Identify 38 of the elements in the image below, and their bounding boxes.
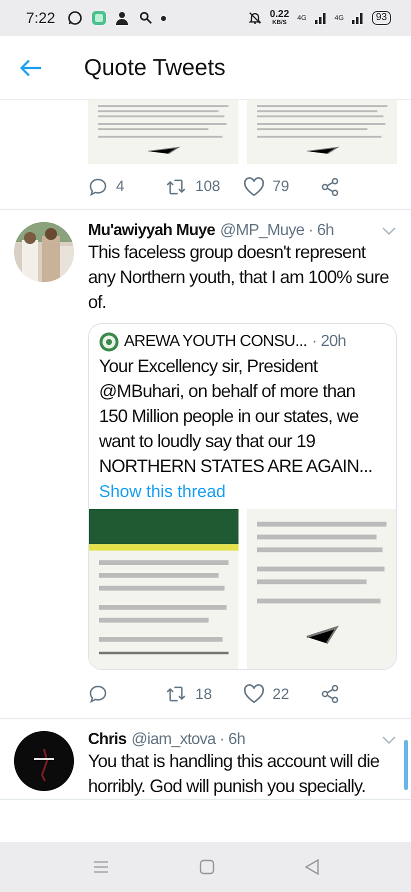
menu-icon[interactable] [92, 860, 108, 874]
home-icon[interactable] [198, 859, 214, 875]
back-icon[interactable] [20, 58, 42, 76]
chat-icon [67, 10, 84, 26]
user-handle: @iam_xtova · 6h [131, 731, 246, 749]
quoted-user-name: AREWA YOUTH CONSU... [124, 333, 307, 351]
share-icon[interactable] [320, 684, 340, 704]
heart-icon[interactable] [242, 176, 264, 196]
back-nav-icon[interactable] [304, 859, 318, 875]
scrollbar-thumb[interactable] [404, 740, 408, 790]
like-count: 22 [272, 686, 290, 702]
logo-icon [99, 332, 119, 352]
reply-count: 4 [116, 178, 124, 195]
user-handle: @MP_Muye · 6h [220, 222, 334, 240]
tweet-text: This faceless group doesn't represent any Northern youth, that I am 100% sure of. [88, 241, 390, 314]
reply-icon[interactable] [88, 176, 108, 196]
reply-icon[interactable] [88, 684, 108, 704]
dot-icon [161, 16, 166, 20]
heart-icon[interactable] [242, 684, 264, 704]
mute-icon [248, 11, 262, 25]
retweet-count: 18 [195, 686, 212, 702]
user-name[interactable]: Chris [88, 731, 126, 749]
quoted-time: · 20h [312, 333, 346, 351]
page-title: Quote Tweets [84, 54, 226, 81]
tweet-text: You that is handling this account will die horribly. God will punish you specially. [88, 750, 380, 798]
retweet-icon[interactable] [165, 176, 188, 196]
signal-icon [352, 12, 364, 24]
share-icon[interactable] [320, 176, 340, 196]
retweet-count: 108 [195, 178, 220, 195]
battery-level: 93 [372, 11, 391, 25]
user-name[interactable]: Mu'awiyyah Muye [88, 222, 216, 240]
app-icon [91, 10, 108, 26]
retweet-icon[interactable] [165, 684, 188, 704]
quoted-tweet-card[interactable] [88, 323, 397, 670]
like-count: 79 [272, 178, 290, 195]
quoted-text: Your Excellency sir, President @MBuhari, on behalf of more than 150 Million people in our states, we want to loudly say that our 19 NORTHERN STATES ARE AGAIN... [99, 355, 374, 478]
status-time: 7:22 [26, 10, 56, 26]
signal-icon [314, 12, 327, 24]
